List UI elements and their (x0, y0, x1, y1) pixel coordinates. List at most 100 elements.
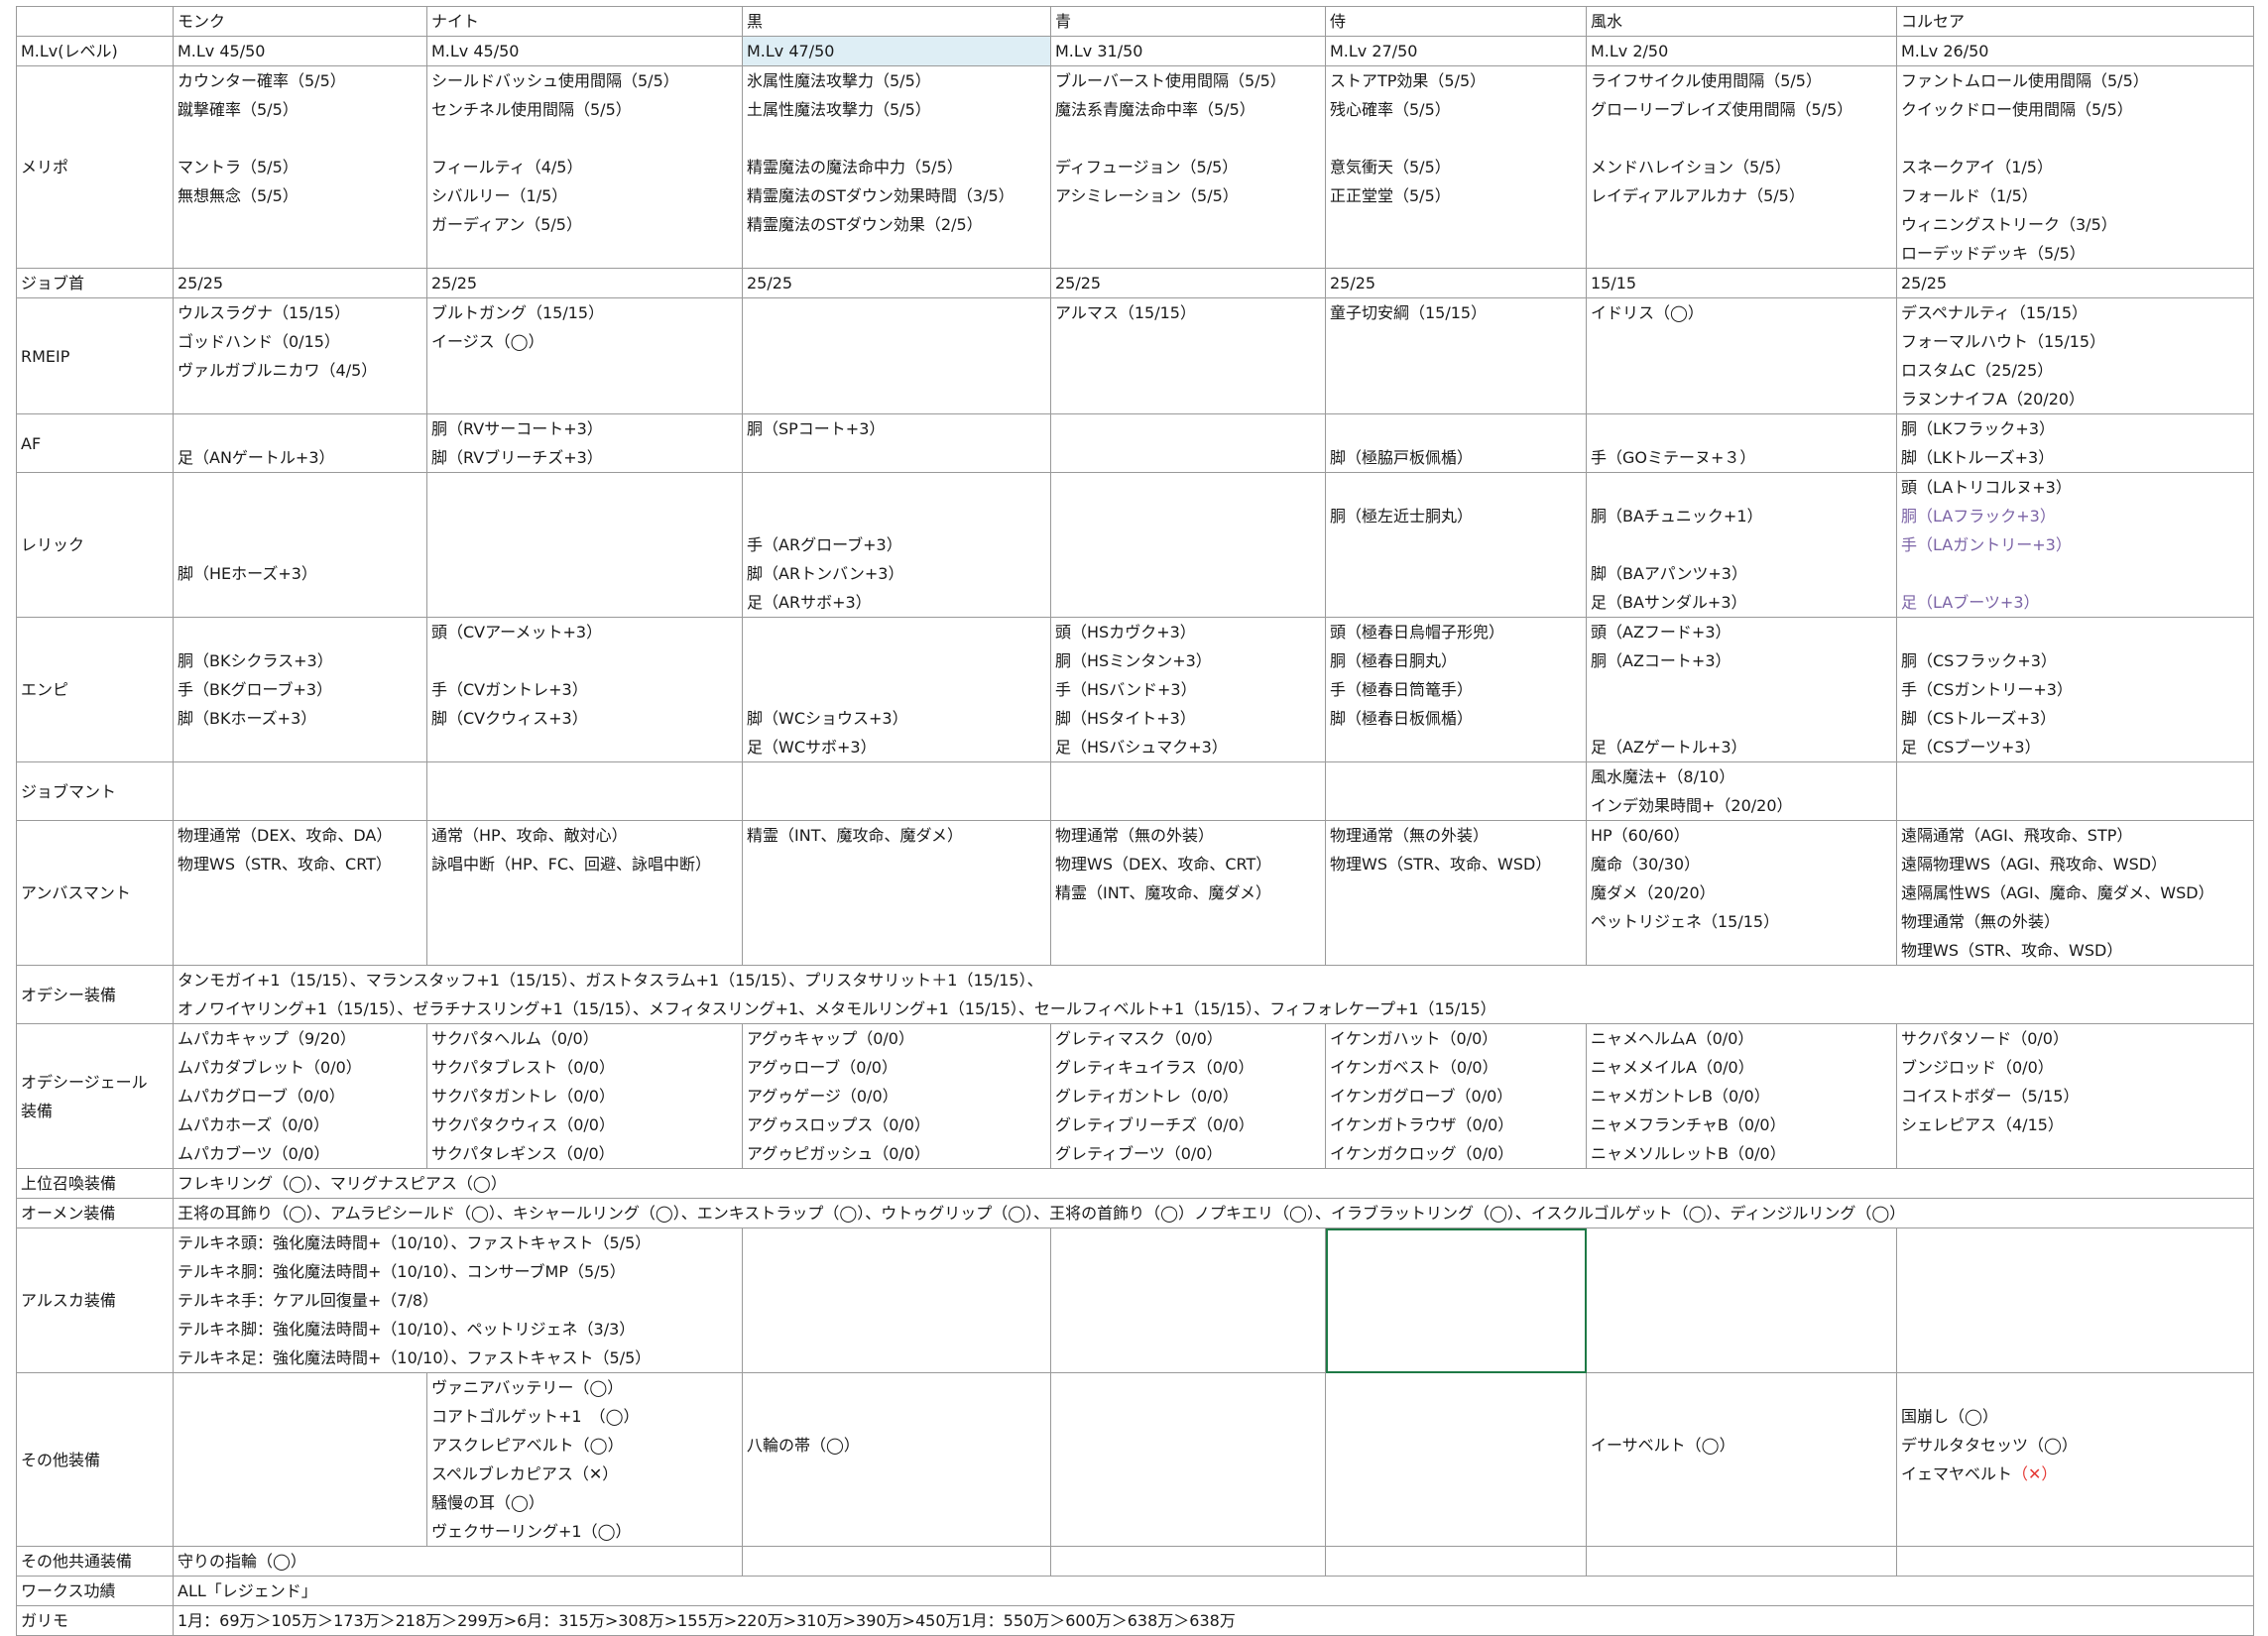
cell-af-6[interactable]: 胴（LKフラック+3） 脚（LKトルーズ+3） (1896, 413, 2254, 473)
cell-odyssey_gear-4[interactable]: イケンガハット（0/0） イケンガベスト（0/0） イケンガグローブ（0/0） イケン… (1325, 1023, 1587, 1169)
header-job-0[interactable]: モンク (173, 6, 427, 37)
cell-rmeip-5[interactable]: イドリス（◯） (1586, 297, 1897, 414)
cell-ambus-3[interactable]: 物理通常（無の外装） 物理WS（DEX、攻命、CRT） 精霊（INT、魔攻命、魔ダメ… (1050, 820, 1326, 966)
cell-rmeip-0[interactable]: ウルスラグナ（15/15） ゴッドハンド（0/15） ヴァルガブルニカワ（4/5） (173, 297, 427, 414)
cell-jobmant-2[interactable] (742, 761, 1051, 821)
cell-jobkubi-4[interactable]: 25/25 (1325, 268, 1587, 298)
row-label-ambus[interactable]: アンバスマント (16, 820, 174, 966)
cell-empy-0[interactable]: 胴（BKシクラス+3） 手（BKグローブ+3） 脚（BKホーズ+3） (173, 617, 427, 762)
row-label-omen[interactable]: オーメン装備 (16, 1198, 174, 1228)
cell-af-4[interactable]: 脚（極脇戸板佩楯） (1325, 413, 1587, 473)
cell-odyssey_gear-6[interactable]: サクパタソード（0/0） ブンジロッド（0/0） コイストボダー（5/15） シェレピ… (1896, 1023, 2254, 1169)
row-label-mlv[interactable]: M.Lv(レベル) (16, 36, 174, 66)
cell-jobkubi-2[interactable]: 25/25 (742, 268, 1051, 298)
row-label-other[interactable]: その他装備 (16, 1372, 174, 1547)
cell-meripo-4[interactable]: ストアTP効果（5/5） 残心確率（5/5） 意気衝天（5/5） 正正堂堂（5/5） (1325, 65, 1587, 269)
cell-ambus-0[interactable]: 物理通常（DEX、攻命、DA） 物理WS（STR、攻命、CRT） (173, 820, 427, 966)
cell-rmeip-6[interactable]: デスペナルティ（15/15） フォーマルハウト（15/15） ロスタムC（25/25… (1896, 297, 2254, 414)
cell-alska-4[interactable] (1325, 1227, 1587, 1373)
cell-jobkubi-0[interactable]: 25/25 (173, 268, 427, 298)
wide-cell-garimo[interactable]: 1月：69万＞105万＞173万＞218万＞299万>6月：315万>308万>… (173, 1605, 2254, 1636)
cell-relic-3[interactable] (1050, 472, 1326, 618)
cell-jobkubi-6[interactable]: 25/25 (1896, 268, 2254, 298)
header-job-3[interactable]: 青 (1050, 6, 1326, 37)
cell-jobmant-3[interactable] (1050, 761, 1326, 821)
row-label-relic[interactable]: レリック (16, 472, 174, 618)
cell-common-4[interactable] (1325, 1546, 1587, 1577)
cell-mlv-2[interactable]: M.Lv 47/50 (742, 36, 1051, 66)
cell-jobmant-6[interactable] (1896, 761, 2254, 821)
cell-rmeip-3[interactable]: アルマス（15/15） (1050, 297, 1326, 414)
header-corner[interactable] (16, 6, 174, 37)
cell-rmeip-4[interactable]: 童子切安綱（15/15） (1325, 297, 1587, 414)
cell-meripo-0[interactable]: カウンター確率（5/5） 蹴撃確率（5/5） マントラ（5/5） 無想無念（5/5） (173, 65, 427, 269)
cell-odyssey_gear-3[interactable]: グレティマスク（0/0） グレティキュイラス（0/0） グレティガントレ（0/0） グ… (1050, 1023, 1326, 1169)
cell-alska-6[interactable] (1896, 1227, 2254, 1373)
row-label-alska[interactable]: アルスカ装備 (16, 1227, 174, 1373)
cell-other-1[interactable]: ヴァニアバッテリー（◯） コアトゴルゲット+1 （◯） アスクレピアベルト（◯） スペ… (426, 1372, 743, 1547)
cell-empy-1[interactable]: 頭（CVアーメット+3） 手（CVガントレ+3） 脚（CVクウィス+3） (426, 617, 743, 762)
cell-odyssey_gear-5[interactable]: ニャメヘルムA（0/0） ニャメメイルA（0/0） ニャメガントレB（0/0） ニャメ… (1586, 1023, 1897, 1169)
cell-empy-4[interactable]: 頭（極春日烏帽子形兜） 胴（極春日胴丸） 手（極春日筒篭手） 脚（極春日板佩楯） (1325, 617, 1587, 762)
cell-relic-0[interactable]: 脚（HEホーズ+3） (173, 472, 427, 618)
cell-ambus-2[interactable]: 精霊（INT、魔攻命、魔ダメ） (742, 820, 1051, 966)
header-job-1[interactable]: ナイト (426, 6, 743, 37)
cell-empy-2[interactable]: 脚（WCショウス+3） 足（WCサボ+3） (742, 617, 1051, 762)
cell-alska-3[interactable] (1050, 1227, 1326, 1373)
cell-other-6[interactable]: 国崩し（◯） デサルタタセッツ（◯） イェマヤベルト（✕） (1896, 1372, 2254, 1547)
cell-jobmant-4[interactable] (1325, 761, 1587, 821)
row-label-garimo[interactable]: ガリモ (16, 1605, 174, 1636)
cell-mlv-6[interactable]: M.Lv 26/50 (1896, 36, 2254, 66)
cell-mlv-4[interactable]: M.Lv 27/50 (1325, 36, 1587, 66)
row-label-common[interactable]: その他共通装備 (16, 1546, 174, 1577)
cell-meripo-6[interactable]: ファントムロール使用間隔（5/5） クイックドロー使用間隔（5/5） スネークアイ（… (1896, 65, 2254, 269)
cell-jobkubi-1[interactable]: 25/25 (426, 268, 743, 298)
cell-af-3[interactable] (1050, 413, 1326, 473)
cell-ambus-4[interactable]: 物理通常（無の外装） 物理WS（STR、攻命、WSD） (1325, 820, 1587, 966)
cell-meripo-3[interactable]: ブルーバースト使用間隔（5/5） 魔法系青魔法命中率（5/5） ディフュージョン（5… (1050, 65, 1326, 269)
cell-other-4[interactable] (1325, 1372, 1587, 1547)
cell-mlv-3[interactable]: M.Lv 31/50 (1050, 36, 1326, 66)
cell-common-6[interactable] (1896, 1546, 2254, 1577)
cell-meripo-1[interactable]: シールドバッシュ使用間隔（5/5） センチネル使用間隔（5/5） フィールティ（4/… (426, 65, 743, 269)
cell-odyssey_gear-1[interactable]: サクパタヘルム（0/0） サクパタブレスト（0/0） サクパタガントレ（0/0） サク… (426, 1023, 743, 1169)
row-label-summon[interactable]: 上位召喚装備 (16, 1168, 174, 1199)
header-job-4[interactable]: 侍 (1325, 6, 1587, 37)
cell-common-2[interactable] (742, 1546, 1051, 1577)
cell-alska-2[interactable] (742, 1227, 1051, 1373)
cell-af-5[interactable]: 手（GOミテーヌ+３） (1586, 413, 1897, 473)
cell-mlv-1[interactable]: M.Lv 45/50 (426, 36, 743, 66)
row-label-jobmant[interactable]: ジョブマント (16, 761, 174, 821)
cell-ambus-5[interactable]: HP（60/60） 魔命（30/30） 魔ダメ（20/20） ペットリジェネ（15/1… (1586, 820, 1897, 966)
cell-relic-1[interactable] (426, 472, 743, 618)
cell-meripo-5[interactable]: ライフサイクル使用間隔（5/5） グローリーブレイズ使用間隔（5/5） メンドハレイ… (1586, 65, 1897, 269)
cell-relic-6[interactable]: 頭（LAトリコルヌ+3） 胴（LAフラック+3） 手（LAガントリー+3） 足（LAブ… (1896, 472, 2254, 618)
cell-other-0[interactable] (173, 1372, 427, 1547)
cell-empy-6[interactable]: 胴（CSフラック+3） 手（CSガントリー+3） 脚（CSトルーズ+3） 足（CSブー… (1896, 617, 2254, 762)
cell-common-3[interactable] (1050, 1546, 1326, 1577)
cell-alska-5[interactable] (1586, 1227, 1897, 1373)
cell-common-5[interactable] (1586, 1546, 1897, 1577)
wide-cell-works[interactable]: ALL「レジェンド」 (173, 1576, 2254, 1606)
cell-jobkubi-3[interactable]: 25/25 (1050, 268, 1326, 298)
row-label-works[interactable]: ワークス功績 (16, 1576, 174, 1606)
cell-af-1[interactable]: 胴（RVサーコート+3） 脚（RVブリーチズ+3） (426, 413, 743, 473)
cell-af-2[interactable]: 胴（SPコート+3） (742, 413, 1051, 473)
wide-cell-summon[interactable]: フレキリング（◯）、マリグナスピアス（◯） (173, 1168, 2254, 1199)
cell-alska-0[interactable]: テルキネ頭：強化魔法時間+（10/10）、ファストキャスト（5/5） テルキネ胴：… (173, 1227, 743, 1373)
header-job-6[interactable]: コルセア (1896, 6, 2254, 37)
cell-odyssey_gear-0[interactable]: ムパカキャップ（9/20） ムパカダブレット（0/0） ムパカグローブ（0/0） ムパ… (173, 1023, 427, 1169)
cell-jobkubi-5[interactable]: 15/15 (1586, 268, 1897, 298)
cell-meripo-2[interactable]: 氷属性魔法攻撃力（5/5） 土属性魔法攻撃力（5/5） 精霊魔法の魔法命中力（5/5… (742, 65, 1051, 269)
cell-other-2[interactable]: 八輪の帯（◯） (742, 1372, 1051, 1547)
wide-cell-omen[interactable]: 王将の耳飾り（◯）、アムラピシールド（◯）、キシャールリング（◯）、エンキストラ… (173, 1198, 2254, 1228)
cell-mlv-0[interactable]: M.Lv 45/50 (173, 36, 427, 66)
row-label-rmeip[interactable]: RMEIP (16, 297, 174, 414)
cell-empy-3[interactable]: 頭（HSカヴク+3） 胴（HSミンタン+3） 手（HSバンド+3） 脚（HSタイト+3… (1050, 617, 1326, 762)
cell-empy-5[interactable]: 頭（AZフード+3） 胴（AZコート+3） 足（AZゲートル+3） (1586, 617, 1897, 762)
cell-jobmant-0[interactable] (173, 761, 427, 821)
cell-ambus-1[interactable]: 通常（HP、攻命、敵対心） 詠唱中断（HP、FC、回避、詠唱中断） (426, 820, 743, 966)
cell-relic-4[interactable]: 胴（極左近士胴丸） (1325, 472, 1587, 618)
row-label-af[interactable]: AF (16, 413, 174, 473)
header-job-2[interactable]: 黒 (742, 6, 1051, 37)
